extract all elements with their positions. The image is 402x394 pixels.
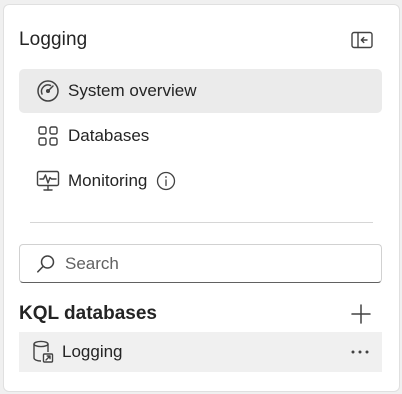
collapse-pane-button[interactable] (348, 27, 376, 53)
database-label: Logging (62, 342, 123, 361)
grid-icon (35, 123, 61, 149)
collapse-pane-icon (351, 31, 373, 49)
nav-item-databases[interactable]: Databases (19, 114, 382, 158)
nav-item-label: Databases (68, 126, 150, 145)
logging-panel: Logging System overview Databases Monito… (3, 4, 400, 392)
nav-item-system-overview[interactable]: System overview (19, 69, 382, 113)
database-list-item[interactable]: Logging (19, 332, 382, 372)
more-options-button[interactable] (348, 340, 372, 364)
nav-item-label: Monitoring (68, 171, 148, 190)
search-input[interactable] (63, 252, 347, 275)
plus-icon (351, 304, 371, 324)
panel-title: Logging (19, 29, 88, 50)
more-icon (351, 350, 369, 354)
nav-item-label: System overview (68, 81, 197, 100)
search-icon (35, 253, 57, 275)
monitor-pulse-icon (35, 168, 61, 194)
kql-databases-heading: KQL databases (19, 303, 157, 324)
gauge-icon (35, 78, 61, 104)
nav-item-monitoring[interactable]: Monitoring (19, 159, 382, 203)
database-icon (31, 340, 55, 364)
panel-header: Logging (4, 5, 399, 77)
info-icon[interactable] (156, 171, 176, 191)
divider (30, 222, 373, 223)
search-box[interactable] (19, 244, 382, 283)
add-database-button[interactable] (348, 301, 374, 327)
